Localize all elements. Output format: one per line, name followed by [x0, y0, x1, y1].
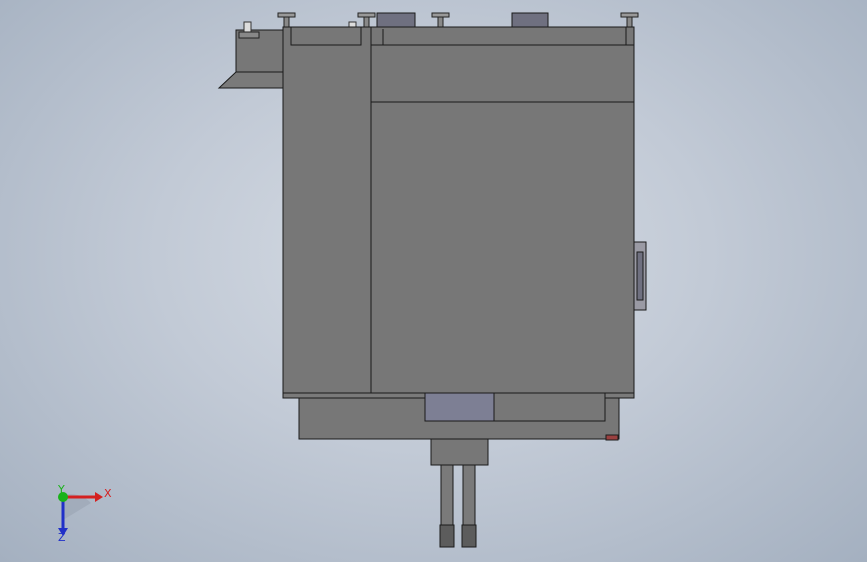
outlet-pipes: [439, 464, 477, 548]
main-housing: [282, 26, 635, 394]
x-axis-label: X: [104, 487, 112, 500]
cad-model-view[interactable]: X Y Z: [0, 0, 867, 562]
outlet-block: [430, 438, 489, 466]
coordinate-triad: X Y Z: [57, 483, 112, 544]
cad-viewport[interactable]: X Y Z: [0, 0, 867, 562]
z-axis-label: Z: [58, 531, 66, 544]
side-handle: [633, 241, 647, 311]
x-axis-arrowhead: [95, 492, 103, 502]
y-axis-label: Y: [57, 483, 65, 496]
base-lower: [282, 392, 635, 441]
left-bracket: [217, 29, 284, 89]
